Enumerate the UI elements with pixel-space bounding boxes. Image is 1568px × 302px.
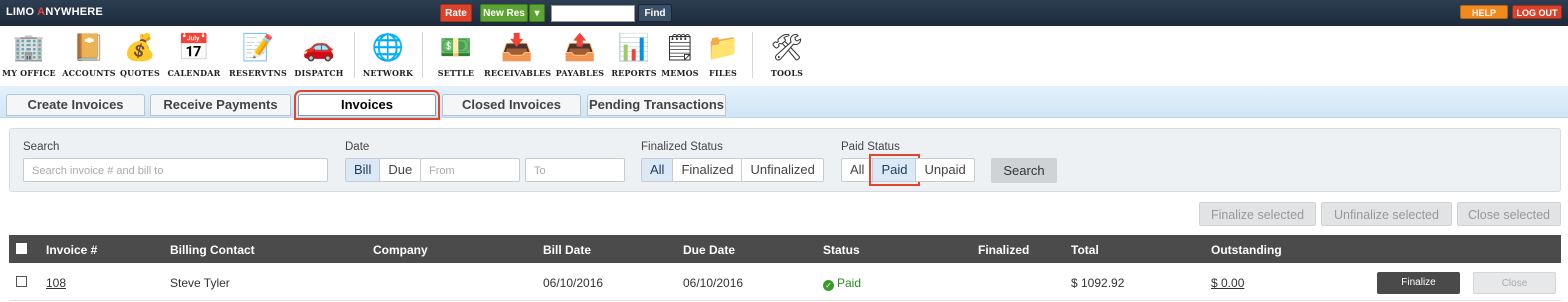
folder-icon: 📁: [706, 32, 740, 62]
column-invoice[interactable]: Invoice #: [46, 243, 97, 257]
unfinalize-selected-button[interactable]: Unfinalize selected: [1321, 202, 1452, 226]
date-due-option[interactable]: Due: [380, 158, 422, 182]
date-to-input[interactable]: To: [525, 158, 625, 182]
invoice-number-link[interactable]: 108: [46, 276, 66, 290]
new-res-dropdown-icon[interactable]: ▾: [529, 4, 545, 22]
column-outstanding[interactable]: Outstanding: [1211, 243, 1282, 257]
rate-button[interactable]: Rate: [440, 4, 472, 22]
tab-receive-payments[interactable]: Receive Payments: [150, 94, 291, 116]
column-finalized[interactable]: Finalized: [978, 243, 1029, 257]
top-bar: LIMO ANYWHERE Rate New Res ▾ Find HELP L…: [0, 0, 1568, 26]
search-input[interactable]: Search invoice # and bill to: [23, 158, 328, 182]
tools-icon: 🛠: [770, 32, 804, 62]
module-network[interactable]: 🌐 NETWORK: [355, 30, 421, 84]
row-checkbox[interactable]: [16, 276, 27, 287]
tab-pending-transactions[interactable]: Pending Transactions: [587, 94, 726, 116]
finalized-finalized-option[interactable]: Finalized: [673, 158, 743, 182]
due-date-cell: 06/10/2016: [683, 276, 744, 290]
module-receivables[interactable]: 📥 RECEIVABLES: [484, 30, 551, 84]
finalized-status-toggle: All Finalized Unfinalized: [641, 158, 824, 182]
finalize-selected-button[interactable]: Finalize selected: [1199, 202, 1316, 226]
column-due-date[interactable]: Due Date: [683, 243, 735, 257]
outbox-icon: 📤: [563, 32, 597, 62]
paid-unpaid-option[interactable]: Unpaid: [916, 158, 975, 182]
status-badge: ✓ Paid: [823, 276, 861, 291]
office-building-icon: 🏢: [12, 32, 46, 62]
finalized-unfinalized-option[interactable]: Unfinalized: [742, 158, 824, 182]
inbox-icon: 📥: [500, 32, 534, 62]
module-calendar[interactable]: 📅 CALENDAR: [161, 30, 227, 84]
date-type-toggle: Bill Due: [345, 158, 422, 182]
search-label: Search: [23, 141, 60, 153]
finalized-status-label: Finalized Status: [641, 141, 723, 153]
paid-paid-option[interactable]: Paid: [869, 154, 921, 186]
new-res-button[interactable]: New Res: [480, 4, 528, 22]
tab-closed-invoices[interactable]: Closed Invoices: [442, 94, 581, 116]
module-reservations[interactable]: 📝 RESERVTNS: [225, 30, 291, 84]
module-my-office[interactable]: 🏢 MY OFFICE: [0, 30, 62, 84]
module-dispatch[interactable]: 🚗 DISPATCH: [286, 30, 352, 84]
column-bill-date[interactable]: Bill Date: [543, 243, 591, 257]
car-icon: 🚗: [302, 32, 336, 62]
cash-icon: 💵: [439, 32, 473, 62]
close-selected-button[interactable]: Close selected: [1457, 202, 1561, 226]
total-cell: $ 1092.92: [1071, 276, 1125, 290]
paid-all-option[interactable]: All: [841, 158, 874, 182]
column-company[interactable]: Company: [373, 243, 428, 257]
logout-button[interactable]: LOG OUT: [1512, 5, 1562, 19]
paid-status-label: Paid Status: [841, 141, 900, 153]
tab-create-invoices[interactable]: Create Invoices: [6, 94, 145, 116]
column-total[interactable]: Total: [1071, 243, 1099, 257]
globe-icon: 🌐: [371, 32, 405, 62]
notepad-icon: 📝: [241, 32, 275, 62]
module-files[interactable]: 📁 FILES: [690, 30, 756, 84]
invoice-table-header: Invoice # Billing Contact Company Bill D…: [9, 235, 1561, 263]
column-billing-contact[interactable]: Billing Contact: [170, 243, 255, 257]
billing-contact-cell: Steve Tyler: [170, 276, 230, 290]
tab-invoices[interactable]: Invoices: [294, 90, 440, 120]
date-bill-option[interactable]: Bill: [345, 158, 381, 182]
select-all-checkbox[interactable]: [16, 243, 27, 254]
search-button[interactable]: Search: [991, 158, 1057, 183]
app-logo: LIMO ANYWHERE: [6, 6, 103, 18]
paid-status-toggle: All Paid Unpaid: [841, 154, 975, 186]
address-book-icon: 📔: [72, 32, 106, 62]
check-circle-icon: ✓: [823, 280, 834, 291]
module-toolbar: 🏢 MY OFFICE 📔 ACCOUNTS 💰 QUOTES 📅 CALENDAR 📝…: [0, 26, 1568, 84]
date-label: Date: [345, 141, 370, 153]
pie-chart-icon: 📊: [617, 32, 651, 62]
table-row: 108 Steve Tyler 06/10/2016 06/10/2016 ✓ P…: [9, 263, 1561, 301]
module-settle[interactable]: 💵 SETTLE: [423, 30, 489, 84]
quick-find-input[interactable]: [551, 5, 635, 22]
help-button[interactable]: HELP: [1460, 5, 1508, 19]
row-finalize-button[interactable]: Finalize: [1377, 272, 1460, 294]
finalized-all-option[interactable]: All: [641, 158, 674, 182]
bill-date-cell: 06/10/2016: [543, 276, 604, 290]
row-close-button[interactable]: Close: [1473, 272, 1556, 294]
column-status[interactable]: Status: [823, 243, 860, 257]
calendar-icon: 📅: [177, 32, 211, 62]
find-button[interactable]: Find: [638, 4, 672, 22]
date-from-input[interactable]: From: [420, 158, 520, 182]
filter-panel: Search Search invoice # and bill to Date…: [9, 128, 1561, 192]
toolbar-divider: [752, 32, 753, 78]
module-tools[interactable]: 🛠 TOOLS: [754, 30, 820, 84]
money-bag-icon: 💰: [123, 32, 157, 62]
outstanding-link[interactable]: $ 0.00: [1211, 276, 1244, 290]
invoice-tabs: Create Invoices Receive Payments Invoice…: [0, 86, 1568, 120]
